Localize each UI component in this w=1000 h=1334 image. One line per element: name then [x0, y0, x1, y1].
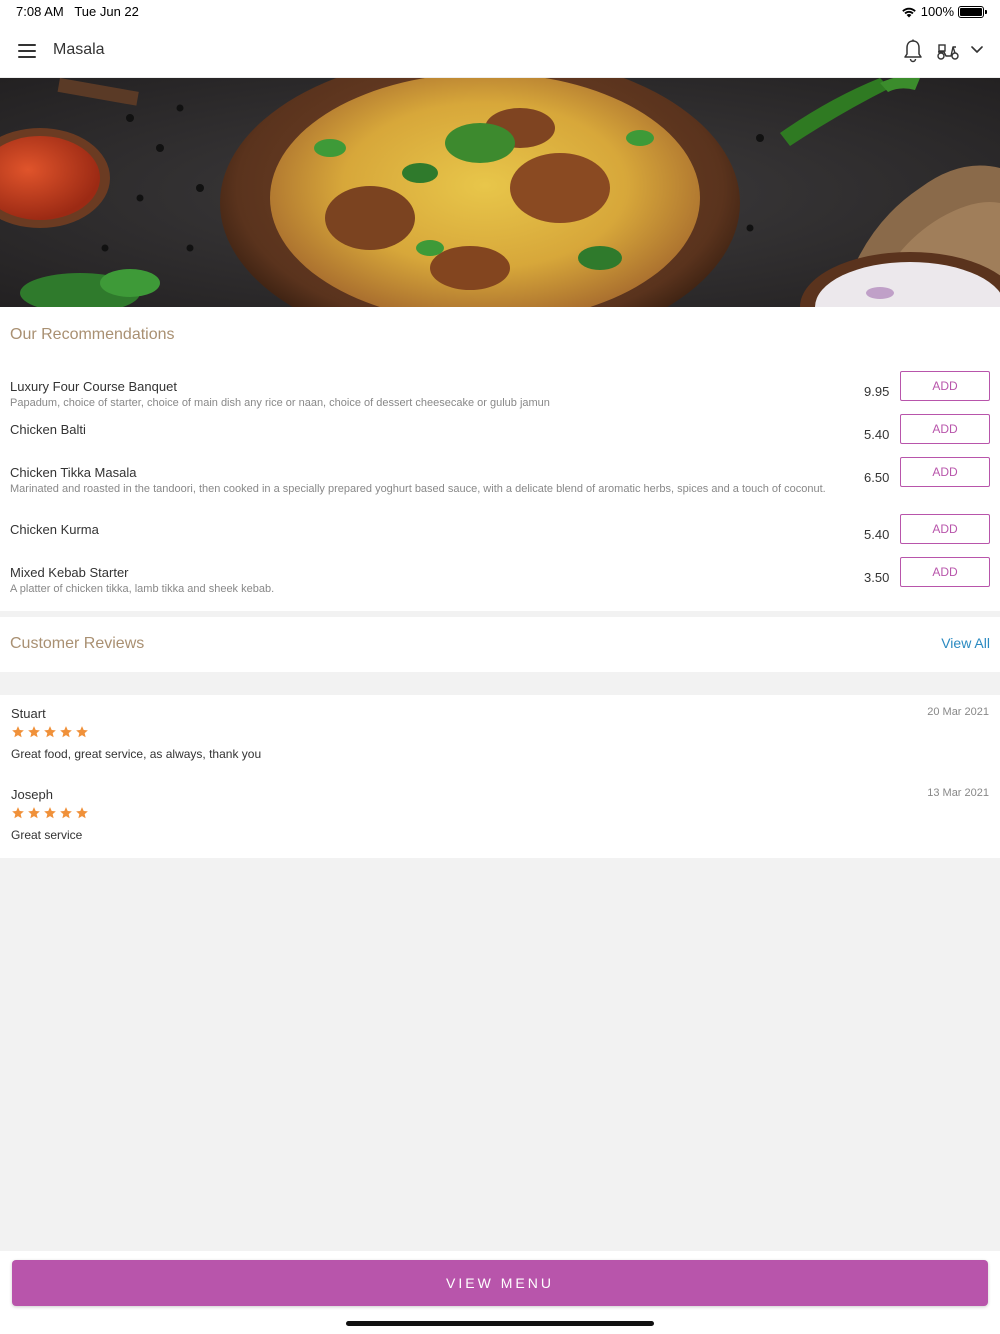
hero-banner-image [0, 78, 1000, 307]
reviews-title: Customer Reviews [10, 635, 145, 652]
star-icon [28, 807, 40, 819]
status-bar: 7:08 AM Tue Jun 22 100% [0, 0, 1000, 24]
menu-item-description: Marinated and roasted in the tandoori, t… [10, 483, 826, 495]
hamburger-menu-icon[interactable] [18, 44, 36, 58]
recommendations-section: Our Recommendations Luxury Four Course B… [0, 307, 1000, 611]
review-text: Great service [11, 828, 83, 842]
biryani-photo [0, 78, 1000, 307]
view-menu-button[interactable]: VIEW MENU [12, 1260, 988, 1306]
add-button[interactable]: ADD [900, 371, 990, 401]
reviews-list: Stuart 20 Mar 2021 Great food, great ser… [0, 695, 1000, 858]
menu-item-description: A platter of chicken tikka, lamb tikka a… [10, 583, 275, 595]
bell-icon[interactable] [903, 39, 923, 63]
menu-item-price: 6.50 [864, 470, 890, 485]
star-icon [12, 726, 24, 738]
star-icon [60, 726, 72, 738]
rating-stars [11, 806, 89, 820]
menu-item-description: Papadum, choice of starter, choice of ma… [10, 397, 550, 409]
battery-percent: 100% [920, 4, 954, 19]
menu-item-name: Chicken Balti [10, 422, 86, 437]
star-icon [44, 807, 56, 819]
status-time: 7:08 AM Tue Jun 22 [16, 4, 139, 19]
home-indicator[interactable] [346, 1321, 654, 1326]
menu-item-name: Mixed Kebab Starter [10, 565, 129, 580]
add-button[interactable]: ADD [900, 557, 990, 587]
status-date: Tue Jun 22 [74, 4, 139, 19]
reviews-header: Customer Reviews View All [0, 617, 1000, 672]
menu-item-name: Chicken Tikka Masala [10, 465, 137, 480]
star-icon [44, 726, 56, 738]
review-date: 13 Mar 2021 [927, 787, 989, 799]
review-date: 20 Mar 2021 [927, 706, 989, 718]
star-icon [76, 807, 88, 819]
wifi-icon [901, 7, 916, 17]
reviewer-name: Stuart [11, 706, 46, 721]
status-clock: 7:08 AM [16, 4, 64, 19]
star-icon [12, 807, 24, 819]
status-indicators: 100% [901, 4, 987, 19]
reviewer-name: Joseph [11, 787, 53, 802]
star-icon [60, 807, 72, 819]
menu-item-price: 3.50 [864, 570, 890, 585]
star-icon [76, 726, 88, 738]
app-header: Masala [0, 24, 1000, 78]
scooter-icon[interactable] [936, 41, 960, 61]
add-button[interactable]: ADD [900, 414, 990, 444]
add-button[interactable]: ADD [900, 514, 990, 544]
menu-item-name: Luxury Four Course Banquet [10, 379, 177, 394]
restaurant-title: Masala [53, 41, 105, 58]
rating-stars [11, 725, 89, 739]
add-button[interactable]: ADD [900, 457, 990, 487]
chevron-down-icon[interactable] [971, 46, 983, 54]
view-all-link[interactable]: View All [941, 635, 990, 651]
menu-item-price: 5.40 [864, 527, 890, 542]
battery-icon [958, 5, 987, 18]
menu-item-price: 9.95 [864, 384, 890, 399]
review-text: Great food, great service, as always, th… [11, 747, 262, 761]
star-icon [28, 726, 40, 738]
menu-item-price: 5.40 [864, 427, 890, 442]
menu-item-name: Chicken Kurma [10, 522, 99, 537]
recommendations-title: Our Recommendations [10, 326, 175, 343]
footer-bar: VIEW MENU [0, 1251, 1000, 1334]
